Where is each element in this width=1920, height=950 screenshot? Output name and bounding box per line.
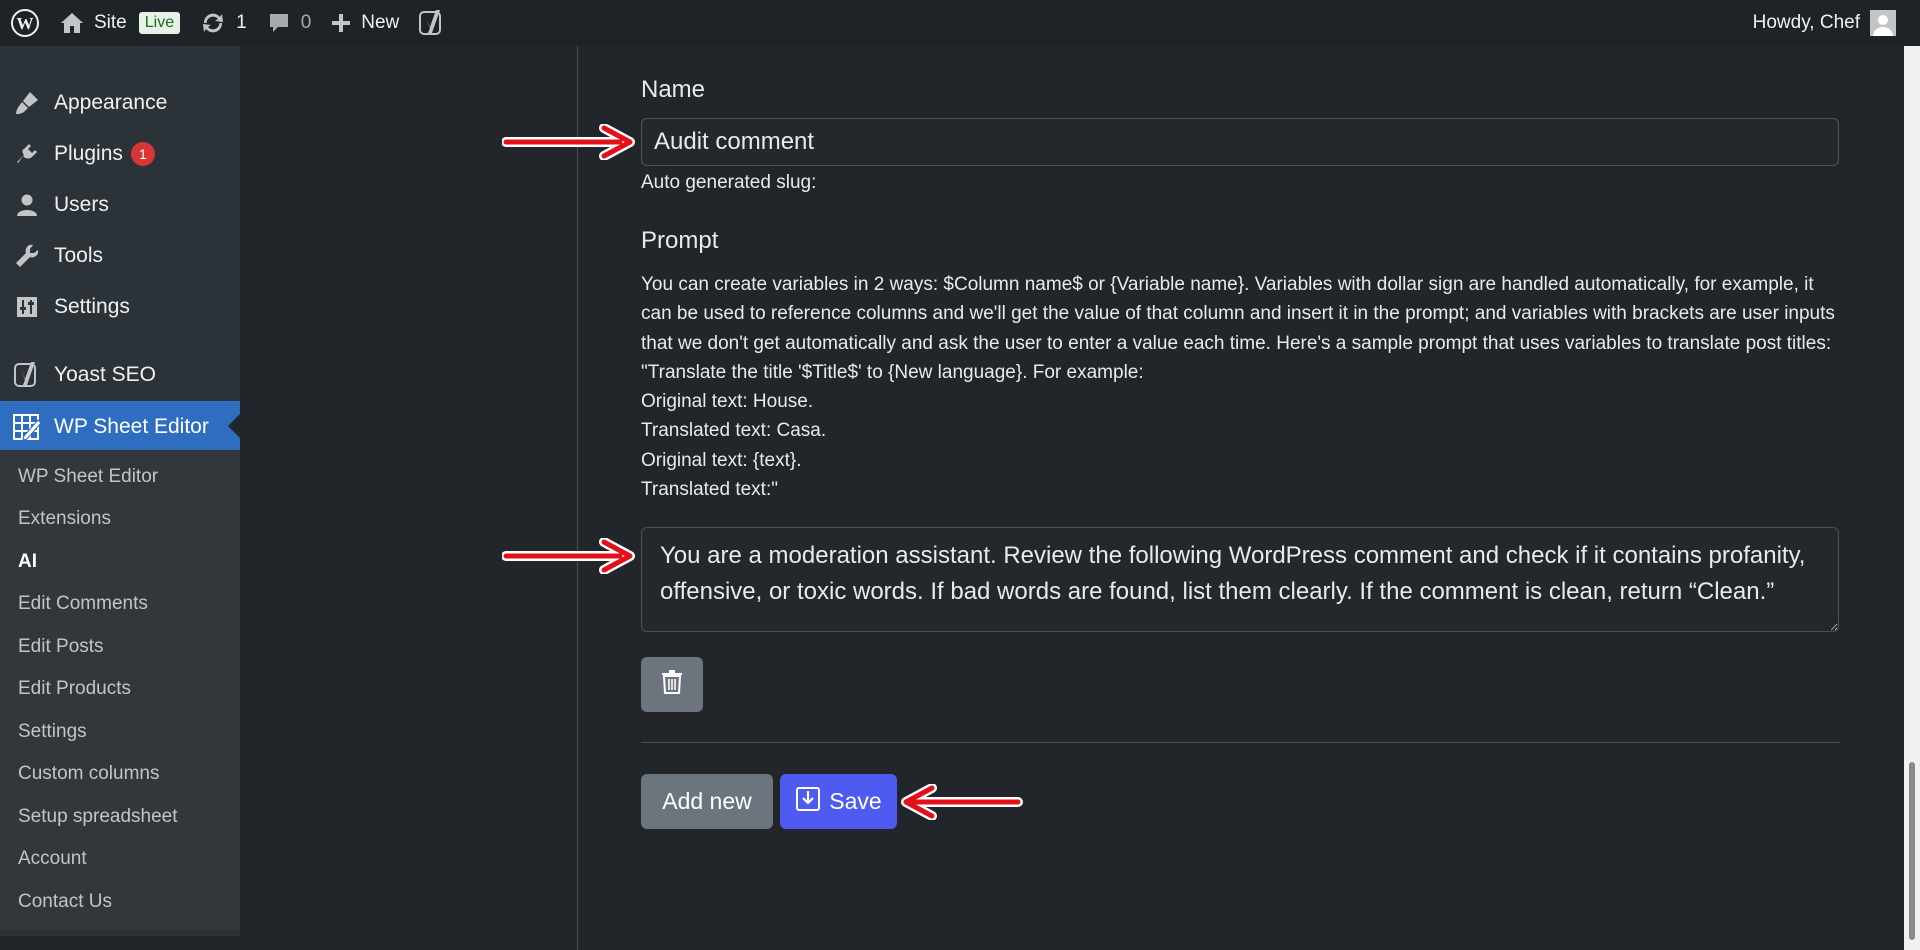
name-label: Name [641,76,706,103]
help-line: Original text: {text}. [641,449,802,471]
home-icon [60,12,84,34]
submenu-contact-us[interactable]: Contact Us [18,887,112,917]
sidebar-item-label: Settings [54,295,130,318]
prompt-help-text: You can create variables in 2 ways: $Col… [641,270,1841,504]
yoast-icon [12,360,42,390]
sidebar-item-label: Plugins [54,142,123,165]
submenu-setup-spreadsheet[interactable]: Setup spreadsheet [18,802,178,832]
submenu-ai[interactable]: AI [18,547,37,577]
sidebar-item-label: WP Sheet Editor [54,415,209,438]
auto-slug-label: Auto generated slug: [641,172,817,193]
submenu-edit-comments[interactable]: Edit Comments [18,589,148,619]
submenu-account[interactable]: Account [18,844,87,874]
new-label: New [361,12,400,33]
submenu-wp-sheet-editor[interactable]: WP Sheet Editor [18,462,158,492]
page-scrollbar-thumb[interactable] [1909,762,1915,940]
sidebar-item-plugins[interactable]: Plugins 1 [0,129,240,179]
section-divider [641,742,1840,743]
help-line: Original text: House. [641,391,814,413]
sidebar-item-settings[interactable]: Settings [0,282,240,332]
submenu-custom-columns[interactable]: Custom columns [18,759,160,789]
add-new-button[interactable]: Add new [641,774,773,829]
sidebar-item-appearance[interactable]: Appearance [0,78,240,128]
updates-icon [200,11,226,35]
paintbrush-icon [12,88,42,118]
sliders-icon [12,292,42,322]
admin-sidebar: Appearance Plugins 1 Users Tools Setting… [0,46,240,936]
avatar [1870,10,1896,36]
content-divider [577,46,578,950]
comments-count: 0 [300,12,312,33]
sidebar-item-label: Appearance [54,91,168,114]
name-input[interactable] [641,118,1839,166]
annotation-arrow-right [502,124,635,160]
annotation-arrow-right [502,538,635,574]
annotation-arrow-left [901,784,1023,820]
wp-sheet-editor-submenu: WP Sheet Editor Extensions AI Edit Comme… [0,450,240,930]
updates-menu[interactable]: 1 [190,0,257,46]
plug-icon [12,139,42,169]
admin-bar: W Site Live 1 0 New Howdy, Chef [0,0,1920,46]
sidebar-item-wp-sheet-editor[interactable]: WP Sheet Editor [0,401,240,453]
yoast-icon [419,9,445,37]
new-content-menu[interactable]: New [321,0,409,46]
comments-menu[interactable]: 0 [257,0,322,46]
wrench-icon [12,241,42,271]
sidebar-item-label: Yoast SEO [54,363,156,386]
account-menu[interactable]: Howdy, Chef [1753,10,1920,36]
submenu-edit-posts[interactable]: Edit Posts [18,632,104,662]
sidebar-item-tools[interactable]: Tools [0,231,240,281]
updates-count: 1 [236,12,247,33]
delete-button[interactable] [641,657,703,712]
trash-icon [661,670,683,699]
sidebar-item-users[interactable]: Users [0,180,240,230]
help-line: Translated text: Casa. [641,420,827,442]
save-download-icon [795,786,829,818]
sidebar-item-yoast-seo[interactable]: Yoast SEO [0,350,240,400]
plus-icon [331,13,351,33]
sidebar-item-label: Users [54,193,109,216]
svg-text:W: W [17,14,34,33]
submenu-settings[interactable]: Settings [18,717,87,747]
help-paragraph: You can create variables in 2 ways: $Col… [641,274,1835,383]
save-label: Save [829,788,882,814]
wordpress-logo-icon[interactable]: W [0,0,50,46]
yoast-menu[interactable] [409,0,455,46]
sidebar-item-label: Tools [54,244,104,267]
submenu-extensions[interactable]: Extensions [18,504,111,534]
prompt-textarea[interactable]: You are a moderation assistant. Review t… [641,527,1839,632]
spreadsheet-edit-icon [12,412,42,442]
help-line: Translated text:" [641,479,778,501]
howdy-text: Howdy, Chef [1752,12,1860,33]
site-label: Site [94,12,127,33]
user-icon [12,190,42,220]
prompt-label: Prompt [641,227,719,254]
comment-bubble-icon [267,11,291,35]
plugins-update-badge: 1 [130,142,155,166]
site-menu[interactable]: Site Live [50,0,190,46]
submenu-edit-products[interactable]: Edit Products [18,674,131,704]
save-button[interactable]: Save [780,774,897,829]
live-badge: Live [138,12,181,34]
